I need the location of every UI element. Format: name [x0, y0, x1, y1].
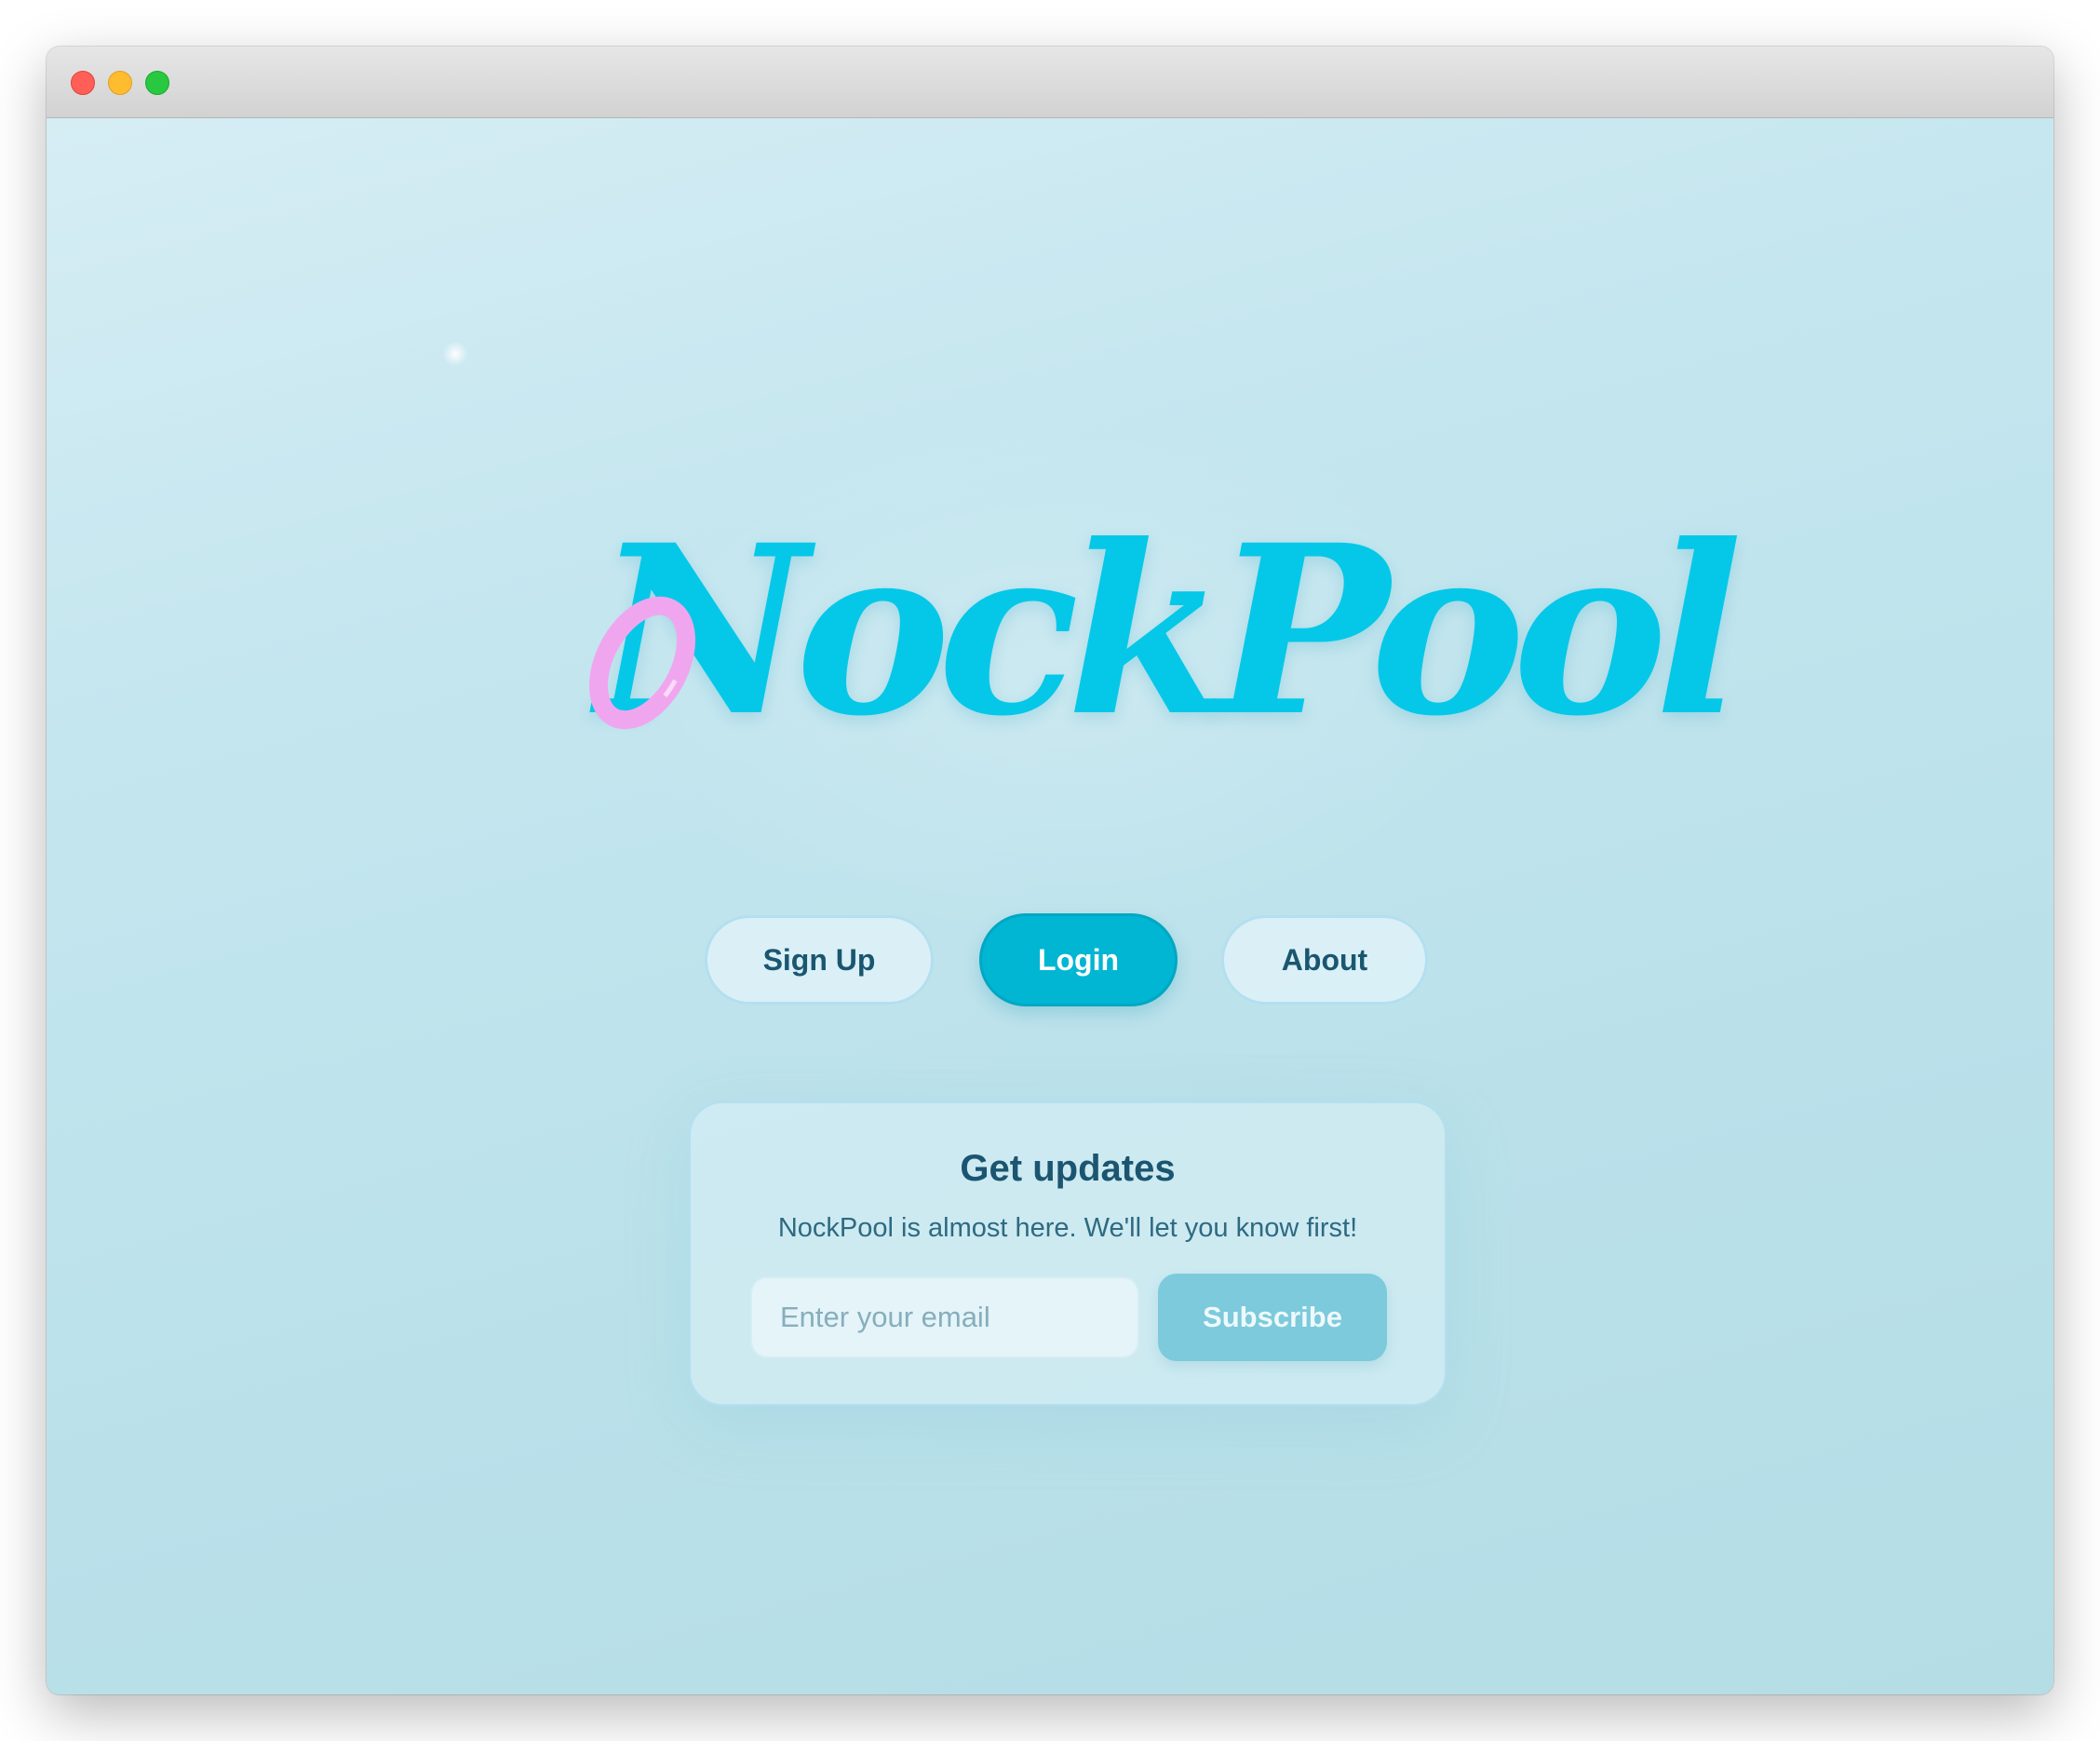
maximize-window-button[interactable] [145, 71, 169, 95]
about-button[interactable]: About [1221, 915, 1428, 1005]
nockpool-logo: NockPool [549, 481, 1743, 779]
close-window-button[interactable] [71, 71, 95, 95]
pool-ring-icon [589, 596, 695, 730]
sparkle-decoration [443, 342, 467, 366]
email-input[interactable] [750, 1276, 1139, 1358]
updates-card: Get updates NockPool is almost here. We'… [689, 1101, 1447, 1406]
page-content: NockPool Sign Up Login About Get updates… [47, 118, 2053, 1694]
main-nav: Sign Up Login About [47, 913, 2053, 1008]
sign-up-button[interactable]: Sign Up [705, 915, 934, 1005]
subscribe-button[interactable]: Subscribe [1158, 1274, 1387, 1361]
window-titlebar [47, 47, 2053, 118]
page: NockPool Sign Up Login About Get updates… [0, 0, 2100, 1741]
updates-title: Get updates [960, 1148, 1176, 1189]
updates-subtitle: NockPool is almost here. We'll let you k… [777, 1213, 1358, 1243]
logo-wordmark: NockPool [596, 493, 1743, 767]
login-button[interactable]: Login [979, 913, 1178, 1006]
browser-window: NockPool Sign Up Login About Get updates… [47, 47, 2053, 1694]
minimize-window-button[interactable] [108, 71, 132, 95]
